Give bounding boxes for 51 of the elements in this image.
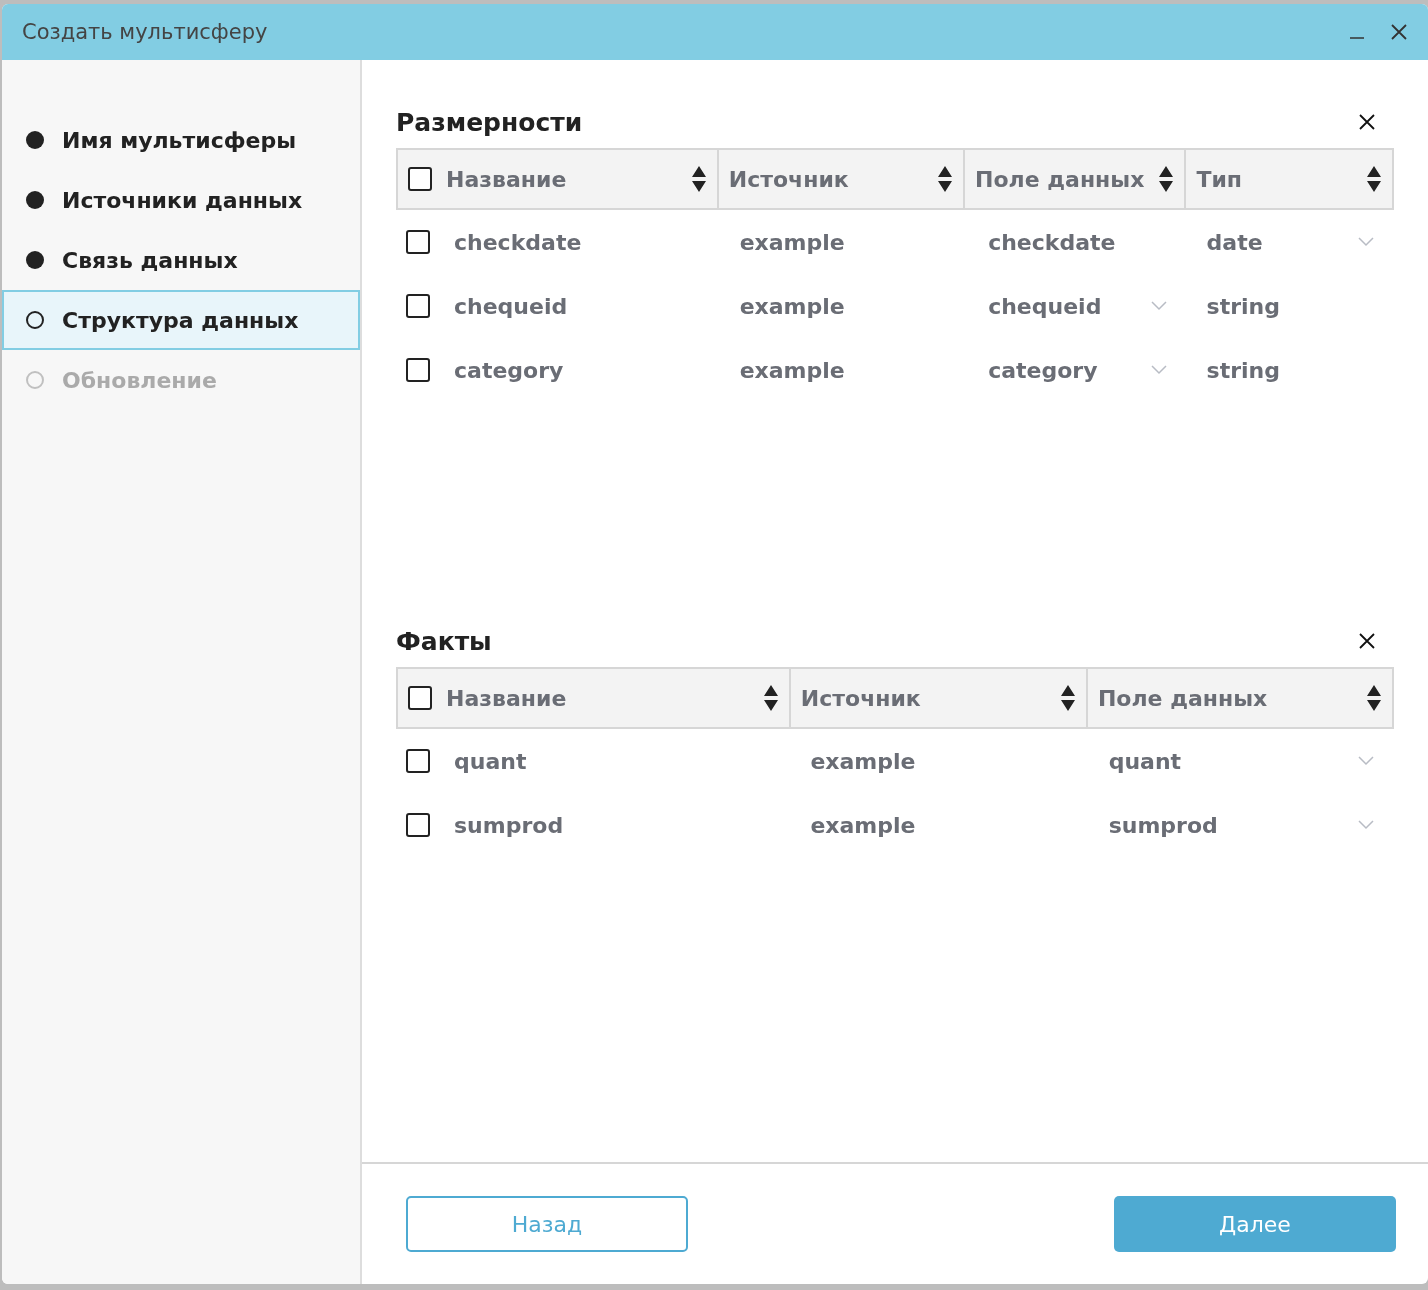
table-cell-text: example xyxy=(810,748,917,774)
checkbox[interactable] xyxy=(406,749,430,773)
table-cell-text: sumprod xyxy=(1108,812,1219,838)
step-item[interactable]: Структура данных xyxy=(2,290,360,350)
table-cell-text: chequeid xyxy=(988,293,1103,319)
column-header[interactable]: Источник xyxy=(790,669,1088,727)
window-title: Создать мультисферу xyxy=(22,20,268,44)
column-header[interactable]: Название xyxy=(398,150,719,208)
table-cell-text: example xyxy=(739,357,846,383)
table-cell-text: example xyxy=(810,812,917,838)
section-title: Факты xyxy=(396,626,492,656)
table-cell-text: string xyxy=(1206,293,1281,319)
checkbox[interactable] xyxy=(406,294,430,318)
section-title: Размерности xyxy=(396,107,583,137)
column-header[interactable]: Поле данных xyxy=(965,150,1187,208)
close-icon[interactable] xyxy=(1390,23,1408,41)
column-header[interactable]: Поле данных xyxy=(1087,669,1392,727)
close-icon[interactable] xyxy=(1358,113,1376,131)
sort-icon[interactable] xyxy=(1158,165,1175,193)
step-item[interactable]: Связь данных xyxy=(2,230,360,290)
close-icon[interactable] xyxy=(1358,632,1376,650)
table-cell-text: category xyxy=(988,357,1099,383)
table-cell-text: example xyxy=(739,293,846,319)
table-cell-text: sumprod xyxy=(454,812,565,838)
step-item[interactable]: Имя мультисферы xyxy=(2,110,360,170)
table-cell-text: chequeid xyxy=(454,293,569,319)
back-button[interactable]: Назад xyxy=(406,1196,688,1252)
table-cell-text: quant xyxy=(454,748,528,774)
checkbox[interactable] xyxy=(408,686,432,710)
sort-icon[interactable] xyxy=(1059,684,1076,712)
table-cell-text: category xyxy=(454,357,565,383)
checkbox[interactable] xyxy=(408,167,432,191)
table-cell-text: checkdate xyxy=(454,229,583,255)
table-cell-text: string xyxy=(1206,357,1281,383)
sort-icon[interactable] xyxy=(762,684,779,712)
sort-icon[interactable] xyxy=(690,165,707,193)
sort-icon[interactable] xyxy=(937,165,954,193)
table-cell-text: quant xyxy=(1108,748,1183,774)
checkbox[interactable] xyxy=(406,813,430,837)
step-item[interactable]: Источники данных xyxy=(2,170,360,230)
table-cell-text: example xyxy=(739,229,846,255)
table-cell-text: checkdate xyxy=(988,229,1117,255)
column-header[interactable]: Тип xyxy=(1186,150,1392,208)
sort-icon[interactable] xyxy=(1366,165,1382,193)
checkbox[interactable] xyxy=(406,358,430,382)
table-cell-text: date xyxy=(1206,229,1264,255)
checkbox[interactable] xyxy=(406,230,430,254)
sort-icon[interactable] xyxy=(1366,684,1382,712)
next-button[interactable]: Далее xyxy=(1114,1196,1396,1252)
column-header[interactable]: Источник xyxy=(718,150,966,208)
column-header[interactable]: Название xyxy=(398,669,791,727)
